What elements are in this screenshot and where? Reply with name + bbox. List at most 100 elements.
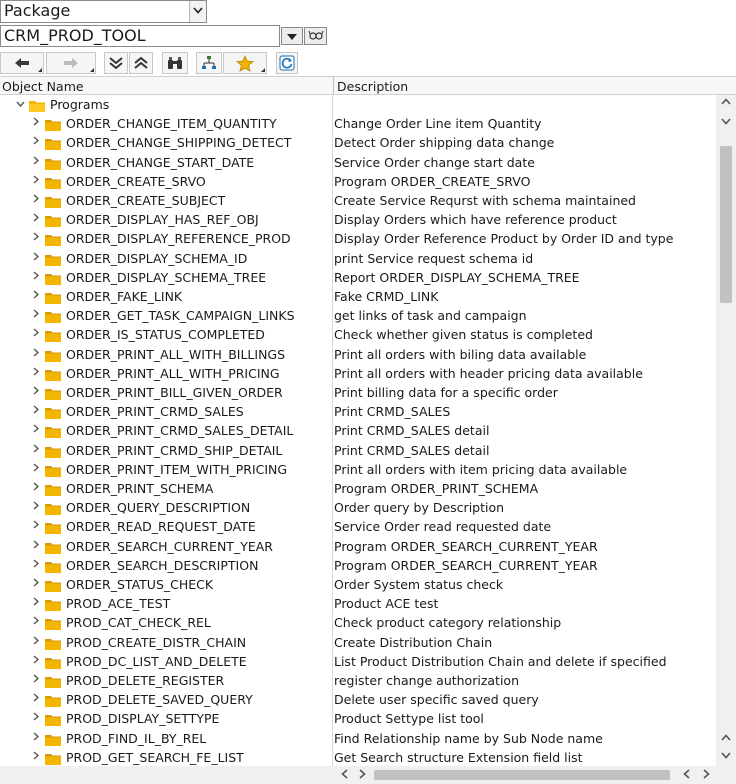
display-object-button[interactable]: [304, 27, 327, 45]
scroll-right-icon[interactable]: [352, 769, 372, 782]
scroll-left-icon[interactable]: [676, 769, 696, 782]
tree-item-row[interactable]: PROD_ACE_TEST Product ACE test: [0, 594, 716, 613]
tree-item-row[interactable]: ORDER_PRINT_CRMD_SALES_DETAIL Print CRMD_…: [0, 421, 716, 440]
chevron-right-icon[interactable]: [31, 229, 41, 248]
chevron-right-icon[interactable]: [31, 172, 41, 191]
tree-item-row[interactable]: ORDER_READ_REQUEST_DATE Service Order rea…: [0, 517, 716, 536]
chevron-right-icon[interactable]: [31, 709, 41, 728]
chevron-right-icon[interactable]: [31, 383, 41, 402]
tree-item-row[interactable]: ORDER_SEARCH_CURRENT_YEAR Program ORDER_S…: [0, 537, 716, 556]
tree-item-row[interactable]: PROD_CAT_CHECK_REL Check product category…: [0, 613, 716, 632]
chevron-right-icon[interactable]: [31, 517, 41, 536]
tree-item-row[interactable]: ORDER_IS_STATUS_COMPLETED Check whether g…: [0, 325, 716, 344]
chevron-right-icon[interactable]: [31, 537, 41, 556]
tree-item-row[interactable]: ORDER_FAKE_LINK Fake CRMD_LINK: [0, 287, 716, 306]
glasses-icon: [307, 29, 324, 44]
favorites-button[interactable]: [223, 52, 267, 74]
chevron-right-icon[interactable]: [31, 441, 41, 460]
chevron-right-icon[interactable]: [31, 133, 41, 152]
chevron-right-icon[interactable]: [31, 268, 41, 287]
expand-all-button[interactable]: [104, 52, 128, 74]
tree-item-row[interactable]: ORDER_PRINT_ALL_WITH_PRICING Print all or…: [0, 364, 716, 383]
tree-item-row[interactable]: ORDER_CHANGE_ITEM_QUANTITY Change Order L…: [0, 114, 716, 133]
chevron-right-icon[interactable]: [31, 345, 41, 364]
chevron-right-icon[interactable]: [31, 153, 41, 172]
tree-root-row[interactable]: Programs: [0, 95, 716, 114]
header-description[interactable]: Description: [337, 77, 408, 96]
collapse-all-button[interactable]: [129, 52, 153, 74]
tree-item-row[interactable]: ORDER_PRINT_BILL_GIVEN_ORDER Print billin…: [0, 383, 716, 402]
chevron-right-icon[interactable]: [31, 460, 41, 479]
object-type-dropdown-button[interactable]: [189, 1, 206, 22]
scroll-down-icon[interactable]: [716, 115, 736, 128]
tree-item-row[interactable]: ORDER_DISPLAY_SCHEMA_ID print Service req…: [0, 249, 716, 268]
tree-item-row[interactable]: PROD_CREATE_DISTR_CHAIN Create Distributi…: [0, 633, 716, 652]
vertical-scrollbar[interactable]: [716, 95, 736, 766]
chevron-right-icon[interactable]: [31, 729, 41, 748]
chevron-right-icon[interactable]: [31, 690, 41, 709]
tree-item-row[interactable]: ORDER_PRINT_CRMD_SALES Print CRMD_SALES: [0, 402, 716, 421]
tree-item-row[interactable]: ORDER_CHANGE_SHIPPING_DETECT Detect Order…: [0, 133, 716, 152]
column-separator[interactable]: [333, 77, 334, 95]
object-name-input[interactable]: CRM_PROD_TOOL: [0, 25, 280, 47]
chevron-right-icon[interactable]: [31, 613, 41, 632]
tree-item-row[interactable]: ORDER_PRINT_SCHEMA Program ORDER_PRINT_SC…: [0, 479, 716, 498]
scroll-down-icon[interactable]: [716, 749, 736, 762]
tree-item-row[interactable]: ORDER_DISPLAY_HAS_REF_OBJ Display Orders …: [0, 210, 716, 229]
refresh-button[interactable]: [276, 52, 298, 74]
tree-item-row[interactable]: ORDER_CREATE_SRVO Program ORDER_CREATE_SR…: [0, 172, 716, 191]
chevron-right-icon[interactable]: [31, 671, 41, 690]
tree-item-row[interactable]: ORDER_DISPLAY_SCHEMA_TREE Report ORDER_DI…: [0, 268, 716, 287]
horizontal-scrollbar[interactable]: [0, 766, 736, 784]
tree-item-row[interactable]: PROD_GET_SEARCH_FE_LIST Get Search struct…: [0, 748, 716, 766]
chevron-right-icon[interactable]: [31, 575, 41, 594]
tree-item-description: print Service request schema id: [334, 250, 534, 266]
chevron-right-icon[interactable]: [31, 114, 41, 133]
scroll-up-icon[interactable]: [716, 95, 736, 108]
forward-button[interactable]: [46, 52, 96, 74]
vertical-scroll-thumb[interactable]: [720, 145, 732, 304]
tree-item-row[interactable]: ORDER_CHANGE_START_DATE Service Order cha…: [0, 153, 716, 172]
header-object-name[interactable]: Object Name: [2, 77, 84, 96]
chevron-right-icon[interactable]: [31, 364, 41, 383]
chevron-right-icon[interactable]: [31, 498, 41, 517]
chevron-right-icon[interactable]: [31, 479, 41, 498]
chevron-right-icon[interactable]: [31, 556, 41, 575]
horizontal-scroll-thumb[interactable]: [374, 770, 670, 780]
scroll-up-icon[interactable]: [716, 731, 736, 744]
tree-item-row[interactable]: ORDER_QUERY_DESCRIPTION Order query by De…: [0, 498, 716, 517]
tree-item-row[interactable]: ORDER_DISPLAY_REFERENCE_PROD Display Orde…: [0, 229, 716, 248]
chevron-right-icon[interactable]: [31, 402, 41, 421]
chevron-down-icon[interactable]: [15, 95, 25, 114]
tree-item-row[interactable]: PROD_FIND_IL_BY_REL Find Relationship nam…: [0, 729, 716, 748]
tree-item-row[interactable]: PROD_DC_LIST_AND_DELETE List Product Dist…: [0, 652, 716, 671]
chevron-right-icon[interactable]: [31, 210, 41, 229]
chevron-right-icon[interactable]: [31, 249, 41, 268]
chevron-right-icon[interactable]: [31, 652, 41, 671]
tree-item-row[interactable]: ORDER_PRINT_ALL_WITH_BILLINGS Print all o…: [0, 345, 716, 364]
scroll-left-icon[interactable]: [334, 769, 354, 782]
back-button[interactable]: [0, 52, 44, 74]
tree-item-row[interactable]: PROD_DISPLAY_SETTYPE Product Settype list…: [0, 709, 716, 728]
chevron-right-icon[interactable]: [31, 191, 41, 210]
tree-item-row[interactable]: PROD_DELETE_REGISTER register change auth…: [0, 671, 716, 690]
tree-item-row[interactable]: ORDER_PRINT_CRMD_SHIP_DETAIL Print CRMD_S…: [0, 441, 716, 460]
chevron-right-icon[interactable]: [31, 748, 41, 766]
chevron-right-icon[interactable]: [31, 421, 41, 440]
object-type-select[interactable]: Package: [0, 0, 207, 23]
chevron-right-icon[interactable]: [31, 633, 41, 652]
tree-item-row[interactable]: ORDER_PRINT_ITEM_WITH_PRICING Print all o…: [0, 460, 716, 479]
chevron-right-icon[interactable]: [31, 594, 41, 613]
chevron-right-icon[interactable]: [31, 287, 41, 306]
scroll-right-icon[interactable]: [696, 769, 716, 782]
tree-item-row[interactable]: ORDER_CREATE_SUBJECT Create Service Requr…: [0, 191, 716, 210]
tree-item-row[interactable]: PROD_DELETE_SAVED_QUERY Delete user speci…: [0, 690, 716, 709]
find-button[interactable]: [162, 52, 188, 74]
chevron-right-icon[interactable]: [31, 306, 41, 325]
object-name-dropdown-button[interactable]: [281, 27, 303, 45]
chevron-right-icon[interactable]: [31, 325, 41, 344]
tree-item-row[interactable]: ORDER_SEARCH_DESCRIPTION Program ORDER_SE…: [0, 556, 716, 575]
tree-item-row[interactable]: ORDER_STATUS_CHECK Order System status ch…: [0, 575, 716, 594]
tree-item-row[interactable]: ORDER_GET_TASK_CAMPAIGN_LINKS get links o…: [0, 306, 716, 325]
hierarchy-button[interactable]: [196, 52, 222, 74]
